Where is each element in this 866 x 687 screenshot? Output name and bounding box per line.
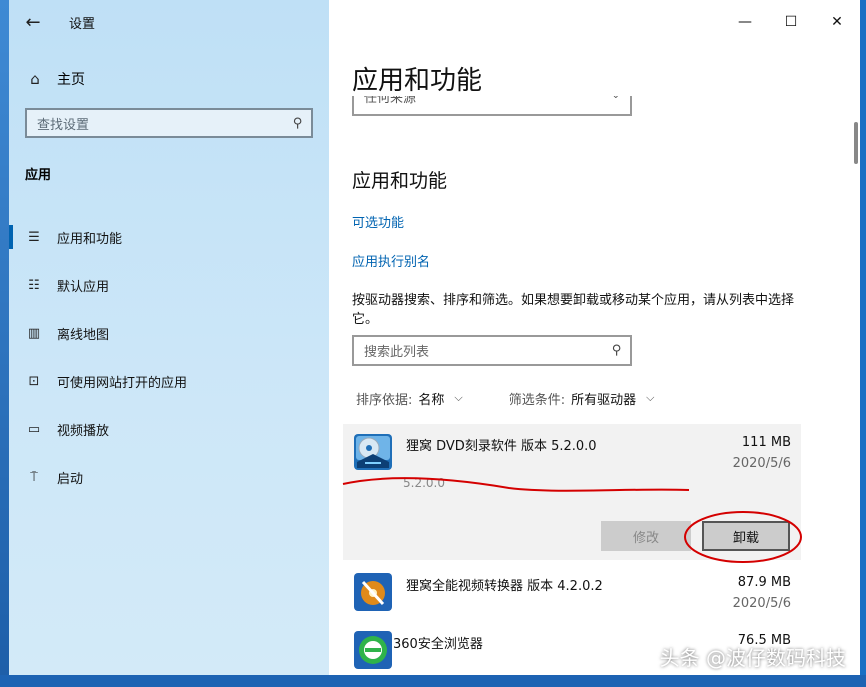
sidebar-item-label: 启动 (57, 471, 84, 487)
sidebar-header: ← 设置 (9, 0, 329, 44)
settings-window: ← 设置 ⌂ 主页 查找设置 ⚲ 应用 ☰ 应用和功能 ☷ 默认应用 ▥ 离线地… (9, 0, 860, 675)
sidebar-item-home[interactable]: ⌂ 主页 (9, 60, 329, 98)
home-label: 主页 (57, 72, 85, 88)
section-heading: 应用和功能 (352, 170, 448, 192)
apps-list-icon: ☰ (28, 229, 40, 245)
app-name: 狸窝 DVD刻录软件 版本 5.2.0.0 (406, 439, 597, 454)
app-name: 狸窝全能视频转换器 版本 4.2.0.2 (406, 579, 603, 594)
maximize-button[interactable]: ☐ (768, 0, 814, 44)
optional-features-link[interactable]: 可选功能 (352, 212, 404, 231)
search-icon[interactable]: ⚲ (293, 116, 303, 131)
sidebar-item-label: 离线地图 (57, 327, 110, 343)
drive-filter-dropdown[interactable]: 所有驱动器 (571, 389, 636, 408)
app-size: 111 MB (741, 435, 791, 450)
chevron-down-icon: ⌄ (612, 96, 620, 101)
list-item[interactable]: 狸窝全能视频转换器 版本 4.2.0.2 87.9 MB 2020/5/6 (343, 564, 801, 614)
minimize-button[interactable]: — (722, 0, 768, 44)
app-install-date: 2020/5/6 (732, 456, 791, 471)
title-bar: — ☐ ✕ (329, 0, 860, 44)
sidebar-item-label: 视频播放 (57, 423, 110, 439)
sidebar: ← 设置 ⌂ 主页 查找设置 ⚲ 应用 ☰ 应用和功能 ☷ 默认应用 ▥ 离线地… (9, 0, 329, 675)
close-button[interactable]: ✕ (814, 0, 860, 44)
sidebar-item-web-apps[interactable]: ⊡ 可使用网站打开的应用 (9, 357, 329, 405)
sidebar-item-label: 可使用网站打开的应用 (57, 375, 188, 391)
description-text: 按驱动器搜索、排序和筛选。如果想要卸载或移动某个应用，请从列表中选择它。 (352, 293, 795, 327)
back-arrow-icon[interactable]: ← (9, 0, 57, 44)
sidebar-item-offline-maps[interactable]: ▥ 离线地图 (9, 309, 329, 357)
chevron-down-icon[interactable]: ⌵ (454, 391, 462, 408)
settings-search-placeholder: 查找设置 (37, 117, 90, 133)
app-title: 设置 (69, 16, 96, 32)
sidebar-item-video-playback[interactable]: ▭ 视频播放 (9, 405, 329, 453)
filter-key-label: 筛选条件: (508, 393, 566, 408)
dvd-burner-app-icon (354, 434, 392, 470)
sort-key-label: 排序依据: (356, 393, 413, 408)
uninstall-button[interactable]: 卸载 (702, 521, 790, 551)
chevron-down-icon[interactable]: ⌵ (646, 391, 654, 408)
desktop-edge-bottom (0, 675, 866, 687)
app-list-search-input[interactable]: 搜索此列表 ⚲ (352, 335, 632, 366)
app-install-date: 2020/5/6 (732, 596, 791, 611)
watermark-text: 头条 @波仔数码科技 (659, 646, 846, 670)
web-apps-icon: ⊡ (28, 373, 40, 389)
source-filter-dropdown[interactable]: 任何来源 ⌄ (352, 96, 632, 116)
list-search-placeholder: 搜索此列表 (364, 345, 430, 360)
list-item-selected[interactable]: 狸窝 DVD刻录软件 版本 5.2.0.0 111 MB 2020/5/6 5.… (343, 424, 801, 560)
source-filter-value: 任何来源 (364, 96, 417, 106)
section-title: 应用 (25, 168, 52, 183)
sidebar-item-label: 应用和功能 (57, 231, 123, 247)
app-version: 5.2.0.0 (403, 476, 445, 490)
app-size: 87.9 MB (737, 575, 791, 590)
browser-app-icon (354, 631, 392, 669)
sort-dropdown[interactable]: 名称 (418, 389, 444, 408)
video-icon: ▭ (27, 421, 41, 437)
startup-icon: ⍑ (30, 469, 38, 485)
main-section: 应用和功能 任何来源 ⌄ 应用和功能 可选功能 应用执行别名 按驱动器搜索、排序… (352, 60, 842, 408)
sidebar-nav: ☰ 应用和功能 ☷ 默认应用 ▥ 离线地图 ⊡ 可使用网站打开的应用 ▭ 视频播… (9, 213, 329, 501)
modify-button[interactable]: 修改 (601, 521, 691, 551)
sort-filter-row: 排序依据: 名称 ⌵ 筛选条件: 所有驱动器 ⌵ (356, 389, 655, 408)
video-converter-app-icon (354, 573, 392, 611)
content-pane: — ☐ ✕ 应用和功能 任何来源 ⌄ 应用和功能 可选功能 应用执行别名 按驱动… (329, 0, 860, 675)
default-apps-icon: ☷ (28, 277, 40, 293)
sidebar-item-label: 默认应用 (57, 279, 110, 295)
scrollbar-thumb[interactable] (854, 122, 858, 164)
settings-search-input[interactable]: 查找设置 ⚲ (25, 108, 313, 138)
search-icon[interactable]: ⚲ (612, 343, 622, 358)
sidebar-item-apps-features[interactable]: ☰ 应用和功能 (9, 213, 329, 261)
offline-map-icon: ▥ (27, 325, 41, 341)
desktop-edge-left (0, 0, 9, 687)
sidebar-item-default-apps[interactable]: ☷ 默认应用 (9, 261, 329, 309)
app-name: 360安全浏览器 (393, 637, 483, 652)
page-title: 应用和功能 (352, 66, 483, 96)
app-alias-link[interactable]: 应用执行别名 (352, 251, 430, 270)
home-icon: ⌂ (30, 70, 40, 88)
sidebar-item-startup[interactable]: ⍑ 启动 (9, 453, 329, 501)
